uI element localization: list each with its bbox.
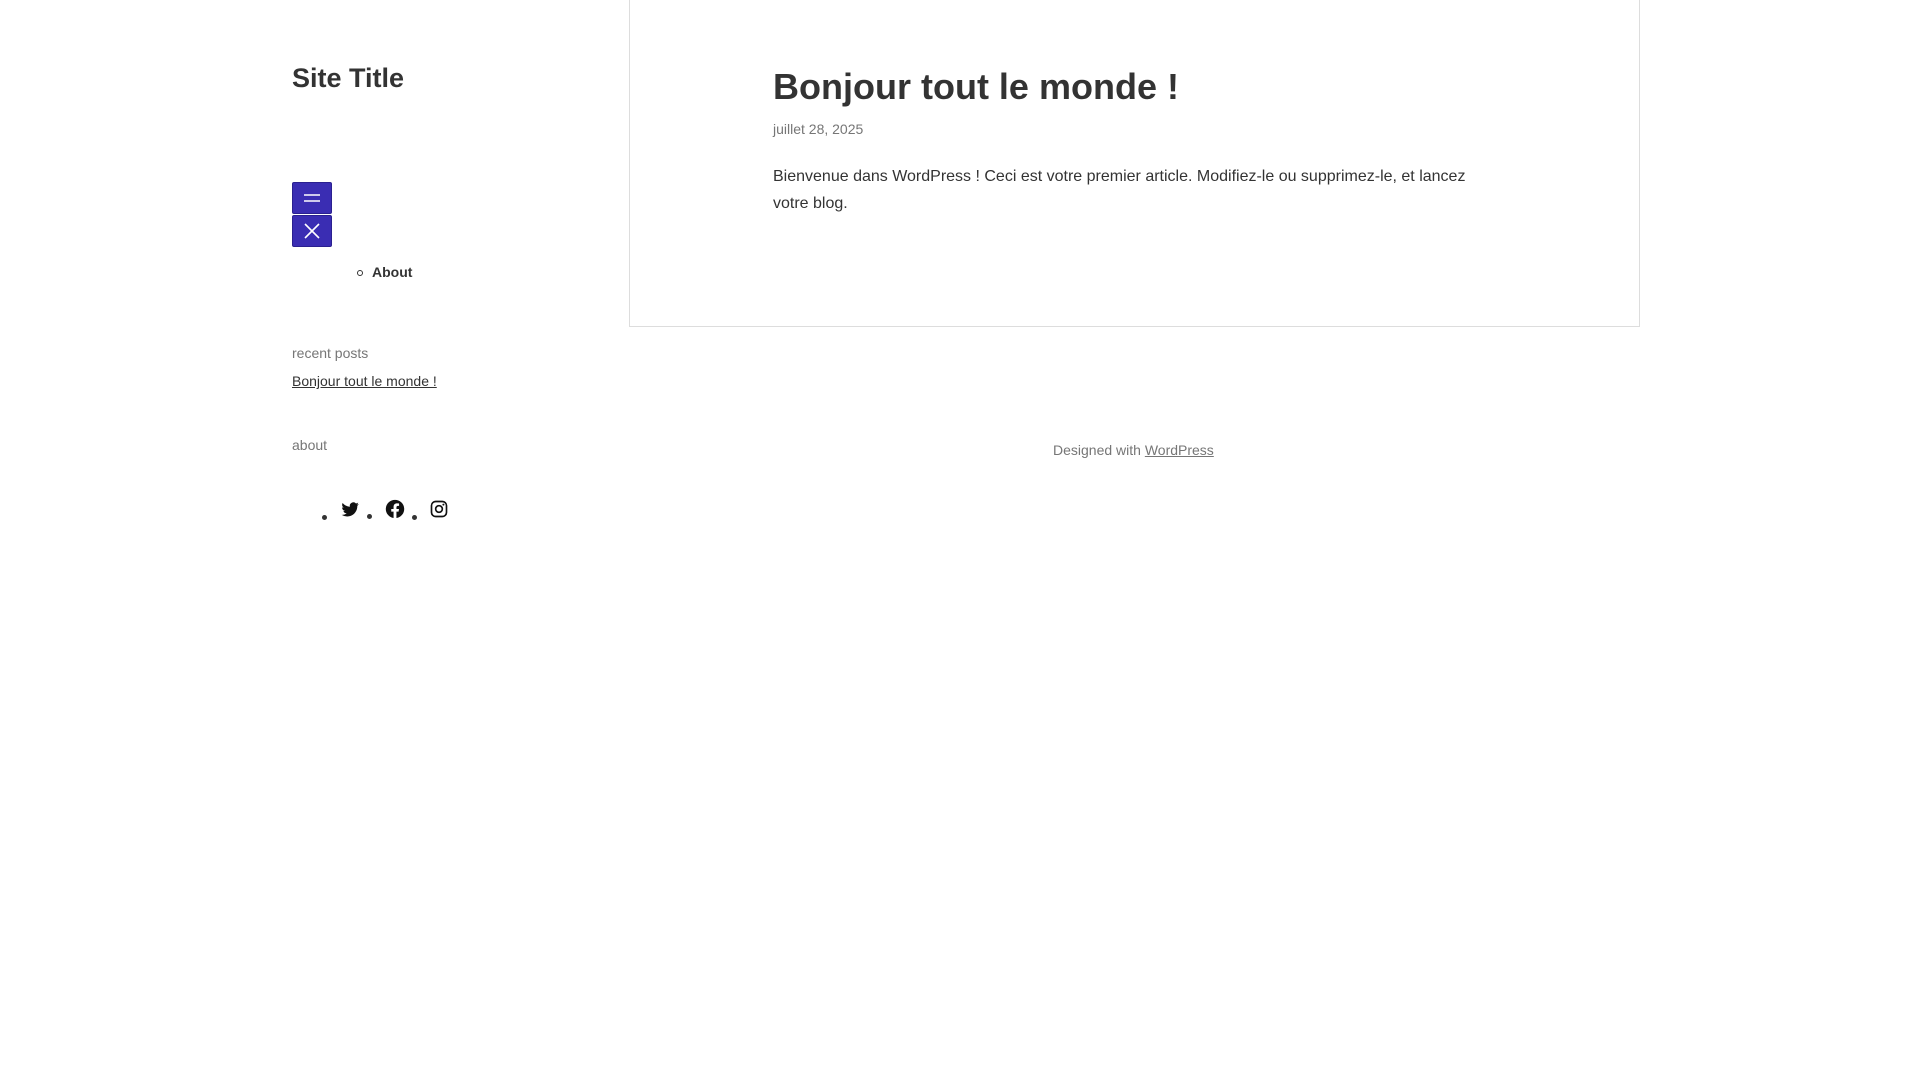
nav-item-about: About [356, 264, 412, 280]
social-item-facebook [367, 498, 406, 520]
instagram-icon [430, 500, 448, 518]
menu-icon [304, 194, 320, 202]
facebook-link[interactable] [384, 498, 406, 520]
twitter-icon [341, 502, 359, 517]
nav-link-about[interactable]: About [372, 264, 412, 280]
instagram-link[interactable] [429, 499, 449, 519]
page: Site Title About recent posts Bonjour to… [0, 0, 1920, 1080]
close-icon [304, 223, 320, 239]
primary-nav: About [356, 264, 412, 280]
post-title[interactable]: Bonjour tout le monde ! [773, 66, 1179, 108]
recent-post-link[interactable]: Bonjour tout le monde ! [292, 373, 437, 389]
footer-wordpress-link[interactable]: WordPress [1145, 442, 1214, 458]
twitter-link[interactable] [339, 499, 361, 519]
post-card: Bonjour tout le monde ! juillet 28, 2025… [629, 0, 1640, 327]
about-heading: about [292, 437, 328, 453]
menu-close-button[interactable] [292, 215, 332, 247]
post-body: Bienvenue dans WordPress ! Ceci est votr… [773, 168, 1466, 212]
site-title[interactable]: Site Title [292, 63, 404, 94]
social-item-instagram [412, 499, 449, 520]
site-footer: Designed with WordPress [1053, 442, 1214, 458]
social-links [316, 498, 449, 520]
menu-open-button[interactable] [292, 182, 332, 214]
facebook-icon [385, 499, 405, 519]
post-date[interactable]: juillet 28, 2025 [773, 121, 863, 137]
footer-credit-text: Designed with [1053, 442, 1145, 458]
recent-posts-heading: recent posts [292, 345, 369, 361]
social-item-twitter [322, 499, 361, 520]
